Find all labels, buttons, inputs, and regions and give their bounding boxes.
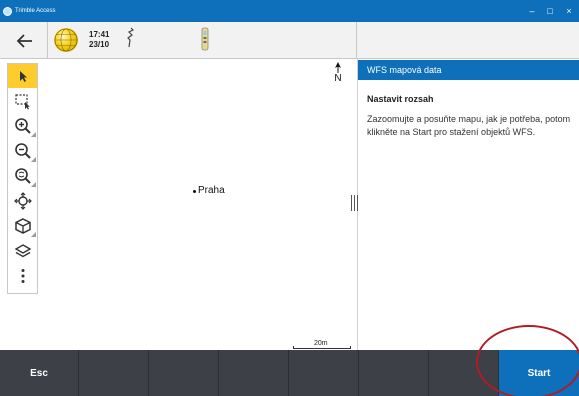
- more-icon: [21, 269, 24, 283]
- gnss-status-button[interactable]: [54, 28, 78, 52]
- zoom-in-tool-button[interactable]: [8, 114, 37, 138]
- layers-icon: [14, 244, 31, 258]
- softkey-empty: [219, 350, 289, 396]
- submenu-corner-icon: [31, 182, 36, 187]
- instrument-status-button[interactable]: [124, 27, 136, 49]
- submenu-corner-icon: [31, 157, 36, 162]
- zoom-out-tool-button[interactable]: [8, 139, 37, 163]
- globe-icon: [54, 28, 78, 52]
- select-arrow-icon: [19, 71, 27, 82]
- esc-button[interactable]: Esc: [0, 350, 79, 396]
- clock-time: 17:41: [89, 30, 110, 39]
- close-button[interactable]: ×: [562, 4, 576, 18]
- box-select-icon: [14, 94, 30, 110]
- minimize-button[interactable]: –: [525, 4, 539, 18]
- 3d-view-tool-button[interactable]: [8, 214, 37, 238]
- 3d-view-icon: [14, 218, 31, 234]
- select-tool-button[interactable]: [8, 64, 37, 88]
- softkey-empty: [359, 350, 429, 396]
- clock-date: 23/10: [89, 40, 110, 49]
- antenna-icon: [127, 27, 135, 48]
- clock-readout: 17:41 23/10: [89, 30, 115, 50]
- pan-tool-button[interactable]: [8, 189, 37, 213]
- app-logo-icon: [3, 6, 12, 16]
- back-button[interactable]: [14, 30, 36, 52]
- box-select-tool-button[interactable]: [8, 89, 37, 113]
- zoom-in-icon: [14, 118, 31, 134]
- zoom-out-icon: [14, 143, 31, 159]
- zoom-extents-tool-button[interactable]: [8, 164, 37, 188]
- softkey-empty: [79, 350, 149, 396]
- layers-tool-button[interactable]: [8, 239, 37, 263]
- panel-title: WFS mapová data: [358, 60, 579, 80]
- scale-bar: [293, 346, 351, 349]
- app-title: Trimble Access: [3, 4, 55, 18]
- maximize-button[interactable]: □: [543, 4, 557, 18]
- panel-subtitle: Nastavit rozsah: [367, 94, 434, 104]
- map-view[interactable]: [38, 59, 356, 350]
- softkey-empty: [149, 350, 219, 396]
- status-toolbar: 17:41 23/10: [0, 22, 579, 59]
- receiver-status-button[interactable]: [199, 27, 211, 51]
- toolbar-separator: [356, 22, 357, 59]
- window-titlebar: Trimble Access – □ ×: [0, 0, 579, 22]
- zoom-extents-icon: [14, 168, 31, 184]
- place-label: Praha: [198, 185, 225, 196]
- receiver-icon: [201, 27, 209, 51]
- north-label: N: [334, 73, 342, 84]
- wfs-panel: WFS mapová data Nastavit rozsah Zazoomuj…: [358, 59, 579, 350]
- more-tools-button[interactable]: [8, 264, 37, 288]
- toolbar-separator: [47, 22, 48, 59]
- map-tools: [7, 63, 38, 294]
- submenu-corner-icon: [31, 132, 36, 137]
- panel-instructions: Zazoomujte a posuňte mapu, jak je potřeb…: [367, 114, 571, 137]
- place-marker-icon: [193, 190, 196, 193]
- pan-icon: [13, 192, 32, 210]
- arrow-left-icon: [16, 34, 32, 48]
- submenu-corner-icon: [31, 232, 36, 237]
- app-name: Trimble Access: [15, 8, 56, 14]
- highlight-ring: [476, 325, 579, 396]
- softkey-empty: [289, 350, 359, 396]
